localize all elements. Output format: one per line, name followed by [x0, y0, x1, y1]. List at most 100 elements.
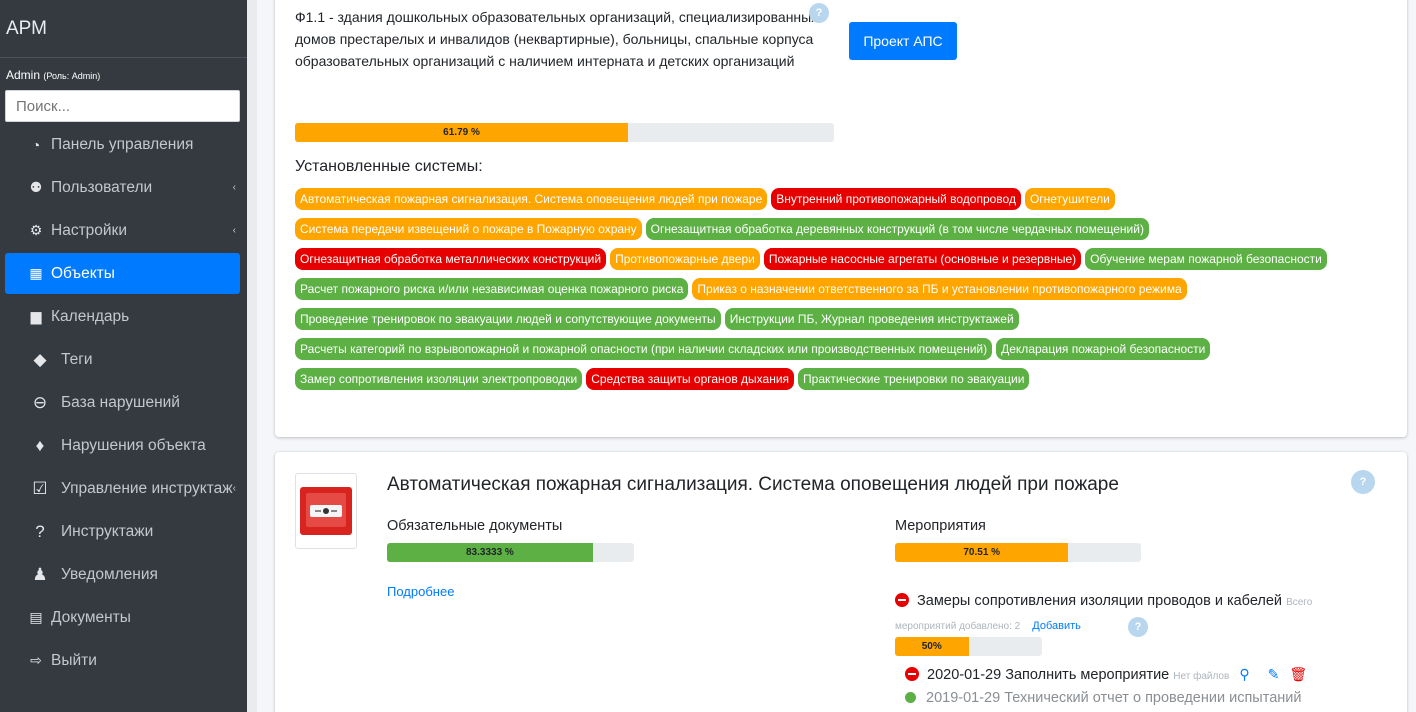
- user-name[interactable]: Admin: [6, 68, 40, 82]
- system-card: Автоматическая пожарная сигнализация. Си…: [275, 452, 1407, 712]
- sidebar-item-calendar[interactable]: ▆ Календарь: [5, 296, 240, 337]
- object-card: Ф1.1 - здания дошкольных образовательных…: [275, 0, 1407, 437]
- events-progress-bar: 70.51 %: [895, 543, 1069, 562]
- docs-progress-bar: 83.3333 %: [387, 543, 593, 562]
- systems-list: Автоматическая пожарная сигнализация. Си…: [295, 188, 1395, 398]
- systems-row: Огнезащитная обработка металлических кон…: [295, 248, 1395, 270]
- sidebar-scrollbar[interactable]: [247, 0, 257, 712]
- help-icon[interactable]: ?: [809, 3, 829, 23]
- entry-text: 2019-01-29 Технический отчет о проведени…: [926, 690, 1302, 706]
- systems-row: Расчеты категорий по взрывопожарной и по…: [295, 338, 1395, 360]
- system-badge[interactable]: Система передачи извещений о пожаре в По…: [295, 218, 642, 240]
- sidebar-item-objects[interactable]: ▦ Объекты: [5, 253, 240, 294]
- system-badge[interactable]: Обучение мерам пожарной безопасности: [1085, 248, 1327, 270]
- sidebar-item-label: Управление инструктажами: [61, 479, 233, 497]
- object-progress: 61.79 %: [295, 123, 834, 142]
- sidebar-item-label: Выйти: [51, 651, 97, 669]
- system-badge[interactable]: Огнезащитная обработка металлических кон…: [295, 248, 607, 270]
- measure-title: Замеры сопротивления изоляции проводов и…: [917, 593, 1283, 609]
- sidebar-item-dashboard[interactable]: ◔ Панель управления: [5, 124, 240, 165]
- system-badge[interactable]: Огнетушители: [1024, 188, 1115, 210]
- sidebar-item-briefings[interactable]: ? Инструктажи: [5, 511, 240, 552]
- sidebar-item-tags[interactable]: ◆ Теги: [5, 339, 240, 380]
- system-badge[interactable]: Инструкции ПБ, Журнал проведения инструк…: [724, 308, 1019, 330]
- entry-row: 2019-01-29 Технический отчет о проведени…: [905, 690, 1301, 706]
- sidebar-item-label: Инструктажи: [61, 522, 154, 540]
- sidebar-item-users[interactable]: ⚉ Пользователи ‹: [5, 167, 240, 208]
- sidebar-item-violations-db[interactable]: ⊖ База нарушений: [5, 382, 240, 423]
- file-icon: ▤: [29, 609, 43, 625]
- sidebar-item-documents[interactable]: ▤ Документы: [5, 597, 240, 638]
- user-info: Admin (Роль: Admin): [0, 58, 247, 90]
- systems-title: Установленные системы:: [295, 158, 483, 175]
- question-circle-icon: ?: [35, 521, 45, 541]
- project-aps-button[interactable]: Проект АПС: [849, 22, 957, 60]
- check-circle-icon: [905, 692, 916, 703]
- sidebar-search-input[interactable]: [5, 90, 240, 122]
- help-icon[interactable]: ?: [1128, 617, 1148, 637]
- sidebar-item-object-violations[interactable]: ♦ Нарушения объекта: [5, 425, 240, 466]
- chevron-left-icon: ‹: [232, 483, 236, 494]
- more-link[interactable]: Подробнее: [387, 584, 454, 599]
- entry-text: 2020-01-29 Заполнить мероприятие: [927, 667, 1170, 683]
- cogs-icon: ⚙: [29, 222, 43, 238]
- system-badge[interactable]: Огнезащитная обработка деревянных констр…: [645, 218, 1149, 240]
- system-badge[interactable]: Проведение тренировок по эвакуации людей…: [295, 308, 721, 330]
- help-icon[interactable]: ?: [1351, 470, 1375, 494]
- add-link[interactable]: Добавить: [1032, 620, 1081, 632]
- system-badge[interactable]: Противопожарные двери: [610, 248, 760, 270]
- users-icon: ⚉: [29, 179, 43, 195]
- calendar-icon: ▆: [30, 308, 42, 324]
- sidebar: АРМ Admin (Роль: Admin) ◔ Панель управлен…: [0, 0, 247, 712]
- trash-icon[interactable]: 🗑: [1289, 666, 1307, 683]
- measure-progress: 50%: [895, 637, 1042, 656]
- sidebar-item-label: Теги: [61, 350, 93, 368]
- entry-note: Нет файлов: [1173, 671, 1230, 682]
- sidebar-item-label: Календарь: [51, 307, 130, 325]
- chevron-left-icon: ‹: [232, 182, 236, 193]
- fire-icon: ♦: [35, 435, 45, 455]
- sidebar-item-label: Настройки: [51, 221, 128, 239]
- systems-row: Расчет пожарного риска и/или независимая…: [295, 278, 1395, 300]
- sidebar-item-label: Объекты: [51, 264, 115, 282]
- minus-circle-icon: ⊖: [32, 392, 48, 412]
- system-badge[interactable]: Практические тренировки по эвакуации: [798, 368, 1030, 390]
- docs-title: Обязательные документы: [387, 518, 563, 534]
- system-badge[interactable]: Замер сопротивления изоляции электропров…: [295, 368, 583, 390]
- system-badge[interactable]: Внутренний противопожарный водопровод: [771, 188, 1021, 210]
- tags-icon: ◆: [33, 349, 47, 369]
- check-square-icon: ☑: [32, 478, 48, 498]
- sidebar-nav: ◔ Панель управления ⚉ Пользователи ‹ ⚙ Настр…: [0, 124, 247, 681]
- sidebar-item-label: Панель управления: [51, 135, 194, 153]
- system-badge[interactable]: Расчет пожарного риска и/или независимая…: [295, 278, 689, 300]
- system-badge[interactable]: Приказ о назначении ответственного за ПБ…: [692, 278, 1187, 300]
- system-badge[interactable]: Автоматическая пожарная сигнализация. Си…: [295, 188, 768, 210]
- events-progress: 70.51 %: [895, 543, 1141, 562]
- sidebar-item-settings[interactable]: ⚙ Настройки ‹: [5, 210, 240, 251]
- user-role: (Роль: Admin): [43, 71, 101, 81]
- sidebar-item-label: Документы: [51, 608, 131, 626]
- system-badge[interactable]: Средства защиты органов дыхания: [586, 368, 795, 390]
- bell-icon: ♟: [32, 564, 48, 584]
- object-progress-bar: 61.79 %: [295, 123, 629, 142]
- building-icon: ▦: [29, 265, 43, 281]
- system-title: Автоматическая пожарная сигнализация. Си…: [387, 474, 1119, 495]
- sidebar-item-label: Пользователи: [51, 178, 153, 196]
- sidebar-item-briefing-management[interactable]: ☑ Управление инструктажами‹: [5, 468, 240, 509]
- sign-out-icon: ⇨: [30, 652, 42, 668]
- entry-row: 2020-01-29 Заполнить мероприятие Нет фай…: [905, 666, 1307, 683]
- search-icon[interactable]: ⚲: [1239, 666, 1249, 683]
- systems-row: Автоматическая пожарная сигнализация. Си…: [295, 188, 1395, 210]
- system-badge[interactable]: Декларация пожарной безопасности: [996, 338, 1211, 360]
- systems-row: Система передачи извещений о пожаре в По…: [295, 218, 1395, 240]
- sidebar-item-notifications[interactable]: ♟ Уведомления: [5, 554, 240, 595]
- system-badge[interactable]: Пожарные насосные агрегаты (основные и р…: [763, 248, 1082, 270]
- edit-icon[interactable]: ✎: [1268, 666, 1280, 683]
- system-badge[interactable]: Расчеты категорий по взрывопожарной и по…: [295, 338, 993, 360]
- chevron-left-icon: ‹: [232, 225, 236, 236]
- sidebar-item-logout[interactable]: ⇨ Выйти: [5, 640, 240, 681]
- minus-circle-icon: [895, 593, 909, 607]
- brand-title[interactable]: АРМ: [0, 0, 247, 58]
- sidebar-item-label: База нарушений: [61, 393, 180, 411]
- docs-progress: 83.3333 %: [387, 543, 634, 562]
